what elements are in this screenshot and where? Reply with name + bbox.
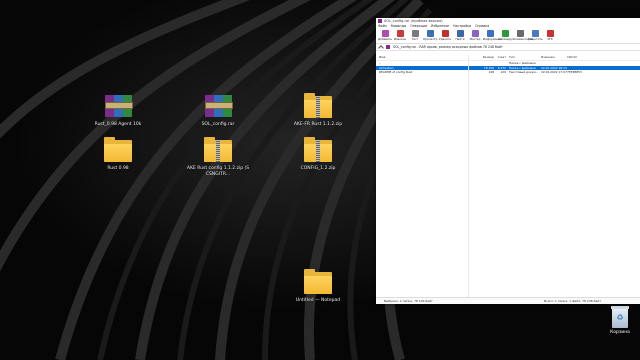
desktop-icon-ake-rust-config-zip[interactable]: AKE Rust config 1.1.2.zip (SCSNGITR...: [186, 136, 250, 177]
toolbar-find-button[interactable]: Найти: [453, 29, 467, 41]
status-selected: Выбрано: 1 папка, 78 100 байт: [384, 299, 433, 303]
winrar-app-icon: [378, 19, 382, 23]
desktop-icon-rust-agent-rar[interactable]: Rust_0.98 Agent 10k: [86, 92, 150, 128]
recycle-bin[interactable]: ♻ Корзина: [604, 306, 636, 335]
zip-folder-icon: [301, 136, 335, 164]
desktop-icon-sol-config-rar[interactable]: SOL_config.rar: [186, 92, 250, 128]
desktop-icon-label: SOL_config.rar: [201, 122, 235, 127]
recycle-bin-icon: ♻: [611, 306, 629, 328]
zip-folder-icon: [201, 136, 235, 164]
toolbar-wizard-button[interactable]: Мастер: [468, 29, 482, 41]
archive-icon: [386, 45, 390, 49]
desktop-icon-notepad-folder[interactable]: Untitled — Notepad: [286, 268, 350, 304]
delete-icon: [441, 30, 449, 37]
toolbar-view-button[interactable]: Просмотр: [423, 29, 437, 41]
toolbar-comment-button[interactable]: Комментарий: [513, 29, 533, 41]
protect-icon: [531, 30, 539, 37]
toolbar-info-button[interactable]: Информация: [483, 29, 502, 41]
recycle-bin-label: Корзина: [610, 330, 630, 335]
toolbar-extract-button[interactable]: Извлечь: [393, 29, 407, 41]
virus-scan-icon: [501, 30, 509, 37]
desktop-icon-label: AKE Rust config 1.1.2.zip (SCSNGITR...: [186, 166, 250, 177]
view-icon: [426, 30, 434, 37]
column-type[interactable]: Тип: [507, 55, 539, 60]
comment-icon: [516, 30, 524, 37]
address-text: SOL_config.rar - RAR архив, размер исход…: [393, 45, 503, 49]
toolbar-delete-button[interactable]: Удалить: [438, 29, 452, 41]
winrar-window[interactable]: SOL_config.rar (пробная версия) Файл Ком…: [376, 18, 640, 304]
toolbar: Добавить Извлечь Тест Просмотр Удалить Н…: [376, 29, 640, 44]
file-list: Имя Размер Сжат Тип Изменён CRC32 .. Пап…: [376, 55, 640, 298]
desktop-icon-label: Untitled — Notepad: [295, 298, 341, 303]
toolbar-virus-scan-button[interactable]: Антивирус: [498, 29, 514, 41]
desktop-icon-ake-fr-rust-zip[interactable]: AKE-FR Rust 1.1.2.zip: [286, 92, 350, 128]
column-modified[interactable]: Изменён: [539, 55, 565, 60]
up-arrow-icon[interactable]: [378, 44, 384, 51]
file-crc: 7E35BE53: [567, 70, 582, 74]
file-modified: 22.01.2022 17:07: [541, 70, 567, 74]
desktop-icon-rust-folder[interactable]: Rust 0.98: [86, 136, 150, 172]
file-row-readme[interactable]: README of config Rust 148 129 Текстовый …: [376, 70, 640, 75]
desktop-icon-label: Rust 0.98: [107, 166, 129, 171]
desktop-icon-label: Rust_0.98 Agent 10k: [94, 122, 142, 127]
address-bar[interactable]: SOL_config.rar - RAR архив, размер исход…: [376, 44, 640, 51]
find-icon: [456, 30, 464, 37]
column-size[interactable]: Размер: [477, 55, 496, 60]
info-icon: [486, 30, 494, 37]
window-title: SOL_config.rar (пробная версия): [384, 19, 443, 23]
file-packed: 129: [500, 70, 506, 74]
file-type: Текстовый докум...: [509, 70, 539, 74]
toolbar-sfx-button[interactable]: SFX: [543, 29, 557, 41]
pane-divider[interactable]: [468, 55, 469, 298]
file-name: README of config Rust: [379, 70, 413, 74]
test-icon: [411, 30, 419, 37]
desktop-icon-config-zip[interactable]: CONFIG_1.2.zip: [286, 136, 350, 172]
file-size: 148: [488, 70, 494, 74]
column-name[interactable]: Имя: [376, 55, 477, 60]
extract-icon: [396, 30, 404, 37]
toolbar-add-button[interactable]: Добавить: [378, 29, 392, 41]
status-total: Всего: 1 папка, 1 файл, 78 248 байт: [544, 299, 601, 303]
window-titlebar[interactable]: SOL_config.rar (пробная версия): [376, 18, 640, 24]
winrar-archive-icon: [101, 92, 135, 120]
wizard-icon: [471, 30, 479, 37]
column-crc32[interactable]: CRC32: [565, 55, 591, 60]
sfx-icon: [546, 30, 554, 37]
winrar-archive-icon: [201, 92, 235, 120]
desktop-icon-label: CONFIG_1.2.zip: [300, 166, 336, 171]
add-icon: [381, 30, 389, 37]
status-bar: Выбрано: 1 папка, 78 100 байт Всего: 1 п…: [376, 297, 640, 304]
toolbar-test-button[interactable]: Тест: [408, 29, 422, 41]
folder-icon: [101, 136, 135, 164]
folder-icon: [301, 268, 335, 296]
column-packed[interactable]: Сжат: [496, 55, 507, 60]
desktop-icon-label: AKE-FR Rust 1.1.2.zip: [293, 122, 343, 127]
zip-folder-icon: [301, 92, 335, 120]
toolbar-protect-button[interactable]: Защитить: [528, 29, 543, 41]
